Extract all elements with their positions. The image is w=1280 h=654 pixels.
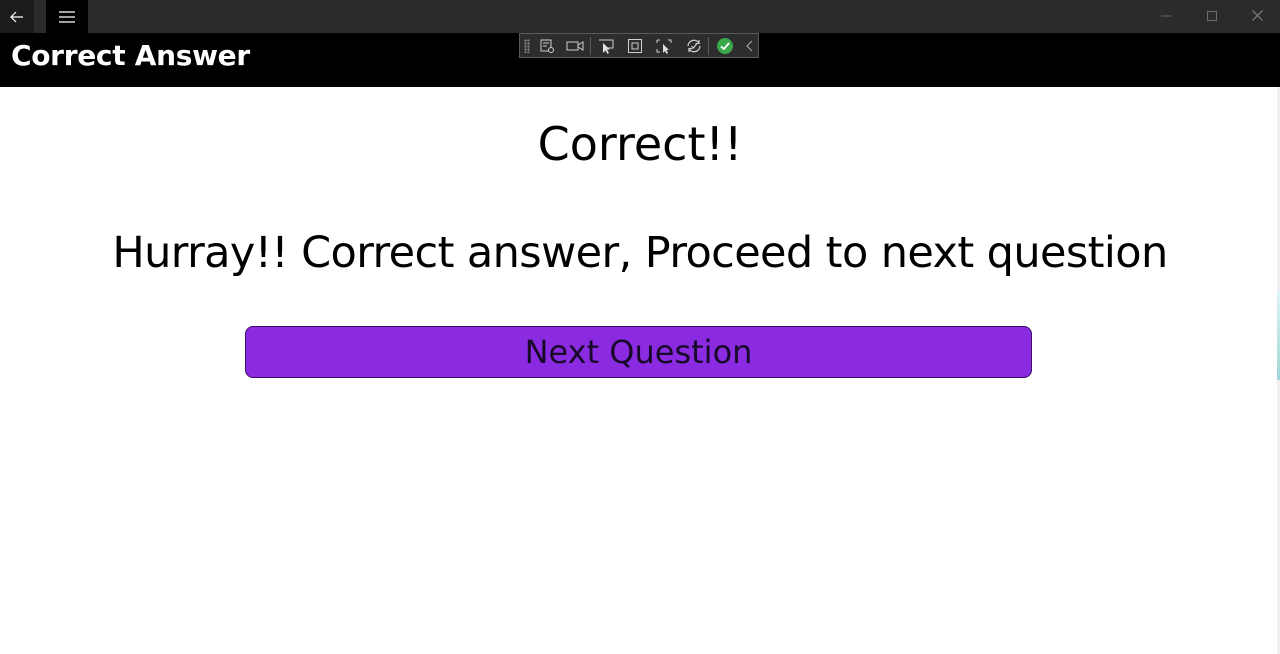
menu-button[interactable] <box>46 0 88 33</box>
debug-toolbar <box>519 33 759 58</box>
page-title: Correct Answer <box>11 39 250 72</box>
track-focus-icon[interactable] <box>655 37 673 55</box>
back-arrow-icon <box>10 11 24 23</box>
hamburger-menu-icon <box>59 10 75 23</box>
maximize-icon <box>1207 6 1217 25</box>
binding-failures-ok-icon[interactable] <box>716 37 734 55</box>
minimize-button[interactable] <box>1143 0 1189 31</box>
toolbar-separator <box>708 37 709 55</box>
result-message: Hurray!! Correct answer, Proceed to next… <box>112 228 1168 278</box>
result-heading: Correct!! <box>537 117 743 171</box>
live-visual-tree-icon[interactable] <box>538 37 556 55</box>
maximize-button[interactable] <box>1189 0 1235 31</box>
toolbar-separator <box>590 37 591 55</box>
title-bar <box>0 0 1280 33</box>
collapse-chevron-icon[interactable] <box>741 37 759 55</box>
display-layout-adorners-icon[interactable] <box>626 37 644 55</box>
hot-reload-icon[interactable] <box>685 37 703 55</box>
back-button[interactable] <box>0 0 34 33</box>
close-icon <box>1251 6 1263 25</box>
drag-grip-icon[interactable] <box>524 39 530 53</box>
app-window: Correct Answer Correct!! Hurray!! Correc… <box>0 0 1280 654</box>
close-button[interactable] <box>1234 0 1280 31</box>
next-question-button[interactable]: Next Question <box>245 326 1032 378</box>
minimize-icon <box>1161 6 1171 25</box>
select-element-icon[interactable] <box>597 37 615 55</box>
record-icon[interactable] <box>566 37 584 55</box>
